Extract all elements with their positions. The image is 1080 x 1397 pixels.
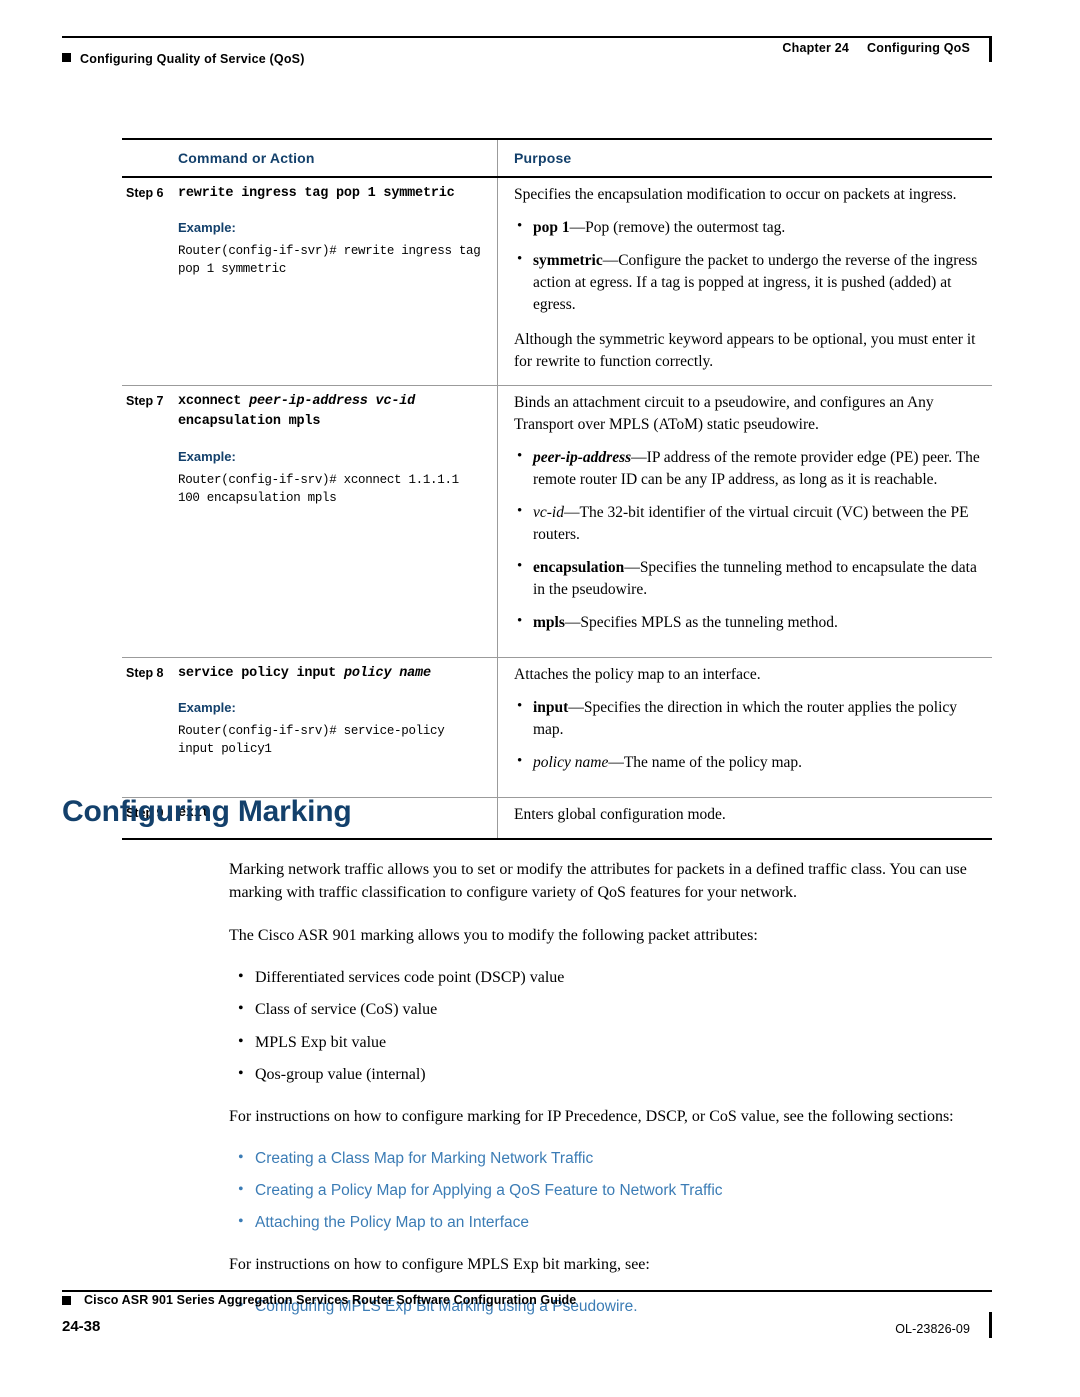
example-label: Example: <box>178 700 236 716</box>
header-left-title: Configuring Quality of Service (QoS) <box>62 52 305 66</box>
purpose-bullet: symmetric—Configure the packet to underg… <box>514 249 984 316</box>
purpose-bullet: input—Specifies the direction in which t… <box>514 696 984 741</box>
list-item: Class of service (CoS) value <box>229 998 992 1021</box>
procedure-table: Command or Action Purpose Step 6 rewrite… <box>122 138 992 840</box>
table-header-command-cell: Command or Action <box>170 140 498 176</box>
footer-page-number: 24-38 <box>62 1318 101 1335</box>
cross-reference-link[interactable]: Attaching the Policy Map to an Interface <box>255 1214 529 1231</box>
purpose-cell: Binds an attachment circuit to a pseudow… <box>498 386 992 657</box>
purpose-trailer: Although the symmetric keyword appears t… <box>514 331 976 370</box>
footer-edge-bar <box>989 1312 992 1338</box>
command-syntax: xconnect peer-ip-address vc-id <box>178 394 416 409</box>
purpose-bullet: mpls—Specifies MPLS as the tunneling met… <box>514 611 984 634</box>
purpose-bullet-list: pop 1—Pop (remove) the outermost tag. sy… <box>514 216 984 316</box>
footer-document-id: OL-23826-09 <box>895 1322 970 1336</box>
header-divider <box>62 36 992 38</box>
step-label: Step 6 <box>126 186 164 200</box>
mpls-intro: For instructions on how to configure MPL… <box>229 1255 650 1273</box>
purpose-bullet: vc-id—The 32-bit identifier of the virtu… <box>514 501 984 546</box>
list-item: Qos-group value (internal) <box>229 1063 992 1086</box>
document-page: Configuring Quality of Service (QoS) Cha… <box>0 0 1080 1397</box>
example-text: Router(config-if-srv)# xconnect 1.1.1.1 … <box>178 472 459 505</box>
table-bottom-rule <box>122 838 992 840</box>
step-label: Step 7 <box>126 394 164 408</box>
page-header: Configuring Quality of Service (QoS) Cha… <box>62 36 992 80</box>
purpose-bullet-list: input—Specifies the direction in which t… <box>514 696 984 774</box>
purpose-cell: Enters global configuration mode. <box>498 798 992 838</box>
command-syntax: rewrite ingress tag pop 1 symmetric <box>178 186 455 201</box>
list-item[interactable]: Creating a Policy Map for Applying a QoS… <box>229 1179 992 1202</box>
purpose-bullet: encapsulation—Specifies the tunneling me… <box>514 556 984 601</box>
header-left-label: Configuring Quality of Service (QoS) <box>80 52 305 66</box>
instructions-intro: For instructions on how to configure mar… <box>229 1107 954 1125</box>
footer-guide-title: Cisco ASR 901 Series Aggregation Service… <box>84 1293 577 1307</box>
cross-reference-link[interactable]: Creating a Policy Map for Applying a QoS… <box>255 1182 723 1199</box>
table-row: Step 6 rewrite ingress tag pop 1 symmetr… <box>122 178 992 385</box>
example-text: Router(config-if-srv)# service-policy in… <box>178 724 445 757</box>
body-paragraph-1: Marking network traffic allows you to se… <box>229 861 967 902</box>
purpose-intro: Specifies the encapsulation modification… <box>514 186 957 203</box>
list-item[interactable]: Attaching the Policy Map to an Interface <box>229 1211 992 1234</box>
attribute-list: Differentiated services code point (DSCP… <box>229 966 992 1087</box>
example-text: Router(config-if-svr)# rewrite ingress t… <box>178 244 481 277</box>
command-syntax: service policy input policy name <box>178 666 431 681</box>
purpose-bullet-list: peer-ip-address—IP address of the remote… <box>514 446 984 634</box>
table-header-command-label: Command or Action <box>178 150 315 166</box>
purpose-bullet: policy name—The name of the policy map. <box>514 751 984 774</box>
header-bullet-square-icon <box>62 53 71 62</box>
table-row: Step 7 xconnect peer-ip-address vc-id en… <box>122 386 992 657</box>
header-right-title: Chapter 24 Configuring QoS <box>782 41 970 55</box>
page-title: Configuring Marking <box>62 795 352 828</box>
example-label: Example: <box>178 220 236 236</box>
purpose-intro: Attaches the policy map to an interface. <box>514 666 761 683</box>
table-header-purpose-cell: Purpose <box>498 140 992 176</box>
command-cell: rewrite ingress tag pop 1 symmetric Exam… <box>170 178 498 385</box>
table-header-purpose-label: Purpose <box>514 150 572 166</box>
purpose-intro: Binds an attachment circuit to a pseudow… <box>514 394 934 433</box>
list-item: Differentiated services code point (DSCP… <box>229 966 992 989</box>
command-cell: xconnect peer-ip-address vc-id encapsula… <box>170 386 498 657</box>
body-paragraph-2: The Cisco ASR 901 marking allows you to … <box>229 927 758 945</box>
purpose-intro: Enters global configuration mode. <box>514 806 726 823</box>
cross-reference-link[interactable]: Creating a Class Map for Marking Network… <box>255 1150 593 1167</box>
example-label: Example: <box>178 448 236 464</box>
header-chapter-title: Configuring QoS <box>867 41 970 55</box>
header-edge-bar <box>989 36 992 62</box>
table-header-step-cell <box>122 140 170 176</box>
table-header-row: Command or Action Purpose <box>122 140 992 176</box>
purpose-bullet: peer-ip-address—IP address of the remote… <box>514 446 984 491</box>
command-cell: service policy input policy name Example… <box>170 658 498 797</box>
footer-divider <box>62 1290 992 1292</box>
body-content: Marking network traffic allows you to se… <box>229 858 992 1336</box>
step-label: Step 8 <box>126 666 164 680</box>
list-item[interactable]: Creating a Class Map for Marking Network… <box>229 1147 992 1170</box>
purpose-cell: Specifies the encapsulation modification… <box>498 178 992 385</box>
command-syntax-line2: encapsulation mpls <box>178 414 321 430</box>
cross-reference-list: Creating a Class Map for Marking Network… <box>229 1147 992 1235</box>
header-chapter-number: Chapter 24 <box>782 41 850 55</box>
purpose-cell: Attaches the policy map to an interface.… <box>498 658 992 797</box>
table-row: Step 8 service policy input policy name … <box>122 658 992 797</box>
list-item: MPLS Exp bit value <box>229 1031 992 1054</box>
footer-bullet-square-icon <box>62 1296 71 1305</box>
purpose-bullet: pop 1—Pop (remove) the outermost tag. <box>514 216 984 239</box>
